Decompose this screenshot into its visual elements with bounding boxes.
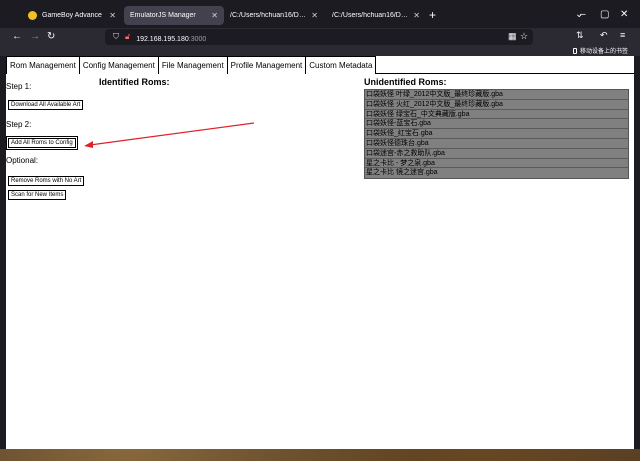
scan-new-items-button[interactable]: Scan for New Items: [8, 190, 67, 200]
maximize-icon[interactable]: ▢: [600, 8, 609, 22]
menu-profile-management[interactable]: Profile Management: [227, 56, 307, 74]
new-tab-plus-icon[interactable]: +: [429, 8, 436, 22]
red-annotation-arrow: [84, 122, 255, 148]
close-tab-icon[interactable]: ✕: [311, 11, 318, 20]
tab-strip: GameBoy Advance ✕ EmulatorJS Manager ✕ /…: [0, 0, 640, 28]
main-menu: Rom Management Config Management File Ma…: [6, 56, 634, 74]
url-port: :3000: [188, 36, 207, 43]
list-item[interactable]: 口袋妖怪德珠台.gba: [365, 139, 628, 149]
qr-code-icon[interactable]: ▦: [508, 31, 517, 42]
hamburger-menu-icon[interactable]: ≡: [620, 30, 625, 40]
bookmark-star-icon[interactable]: ☆: [520, 31, 528, 42]
remove-roms-no-art-button[interactable]: Remove Roms with No Art: [8, 176, 85, 186]
url-host: 192.168.195.180: [136, 36, 189, 43]
tab-title: GameBoy Advance: [42, 12, 102, 19]
list-item[interactable]: 星之卡比 镜之迷宫.gba: [365, 168, 628, 178]
arrow-head-icon: [84, 141, 93, 148]
list-item[interactable]: 口袋妖怪 叶绿_2012中文版_最终珍藏版.gba: [365, 90, 628, 100]
download-all-art-button[interactable]: Download All Available Art: [8, 100, 84, 110]
address-bar[interactable]: ⛉ 🔓︎ 192.168.195.180:3000: [105, 29, 533, 45]
forward-arrow-icon[interactable]: →: [30, 30, 40, 44]
unidentified-rom-list: 口袋妖怪 叶绿_2012中文版_最终珍藏版.gba 口袋妖怪 火红_2012中文…: [364, 89, 629, 180]
extensions-icon[interactable]: ⇅: [576, 30, 584, 41]
tab-local-file-2[interactable]: /C:/Users/hchuan16/Desktop/wi ✕: [326, 6, 426, 25]
close-window-icon[interactable]: ✕: [620, 8, 628, 22]
unidentified-roms-heading: Unidentified Roms:: [364, 77, 447, 87]
back-arrow-icon[interactable]: ←: [12, 30, 22, 44]
menu-file-management[interactable]: File Management: [158, 56, 228, 74]
watermark-logo: ▣: [574, 416, 592, 438]
close-tab-icon[interactable]: ✕: [413, 11, 420, 20]
identified-roms-heading: Identified Roms:: [99, 77, 170, 87]
tab-gameboy-advance[interactable]: GameBoy Advance ✕: [22, 6, 122, 25]
step1-label: Step 1:: [6, 82, 32, 91]
shield-icon[interactable]: ⛉: [113, 32, 119, 42]
add-all-roms-button[interactable]: Add All Roms to Config: [6, 136, 78, 150]
tab-title: EmulatorJS Manager: [130, 12, 196, 19]
list-item[interactable]: 口袋迷宫-赤之救助队.gba: [365, 149, 628, 159]
menu-rom-management[interactable]: Rom Management: [6, 56, 80, 74]
step2-label: Step 2:: [6, 120, 32, 129]
page-content: Rom Management Config Management File Ma…: [6, 56, 634, 449]
browser-window: GameBoy Advance ✕ EmulatorJS Manager ✕ /…: [0, 0, 640, 449]
tab-local-file-1[interactable]: /C:/Users/hchuan16/Desktop/Gi ✕: [224, 6, 324, 25]
close-tab-icon[interactable]: ✕: [109, 11, 116, 20]
mobile-bookmarks-label: 移动设备上的书签: [579, 49, 628, 55]
list-item[interactable]: 星之卡比 - 梦之泉.gba: [365, 159, 628, 169]
menu-config-management[interactable]: Config Management: [79, 56, 159, 74]
bookmarks-bar: 移动设备上的书签: [0, 46, 640, 56]
list-item[interactable]: 口袋妖怪 火红_2012中文版_最终珍藏版.gba: [365, 100, 628, 110]
reload-icon[interactable]: ↻: [47, 30, 55, 44]
insecure-lock-icon[interactable]: 🔓︎: [125, 32, 130, 42]
minimize-icon[interactable]: –: [580, 8, 586, 22]
close-tab-icon[interactable]: ✕: [211, 11, 218, 20]
list-item[interactable]: 口袋妖怪 绿宝石_中文典藏版.gba: [365, 110, 628, 120]
phone-icon: [572, 47, 577, 54]
list-item[interactable]: 口袋妖怪_红宝石.gba: [365, 129, 628, 139]
tab-title: /C:/Users/hchuan16/Desktop/Gi: [230, 12, 307, 19]
mobile-bookmarks[interactable]: 移动设备上的书签: [572, 46, 628, 55]
navigation-bar: ← → ↻ ⛉ 🔓︎ 192.168.195.180:3000 ▦ ☆ ⇅ ↶ …: [0, 28, 640, 46]
tab-title: /C:/Users/hchuan16/Desktop/wi: [332, 12, 409, 19]
optional-label: Optional:: [6, 156, 39, 165]
menu-custom-metadata[interactable]: Custom Metadata: [306, 56, 377, 74]
pacman-favicon-icon: [28, 11, 37, 20]
arrow-shaft: [89, 122, 255, 146]
undo-icon[interactable]: ↶: [600, 30, 608, 41]
tab-emulatorjs-manager[interactable]: EmulatorJS Manager ✕: [124, 6, 224, 25]
list-item[interactable]: 口袋妖怪-蓝宝石.gba: [365, 119, 628, 130]
